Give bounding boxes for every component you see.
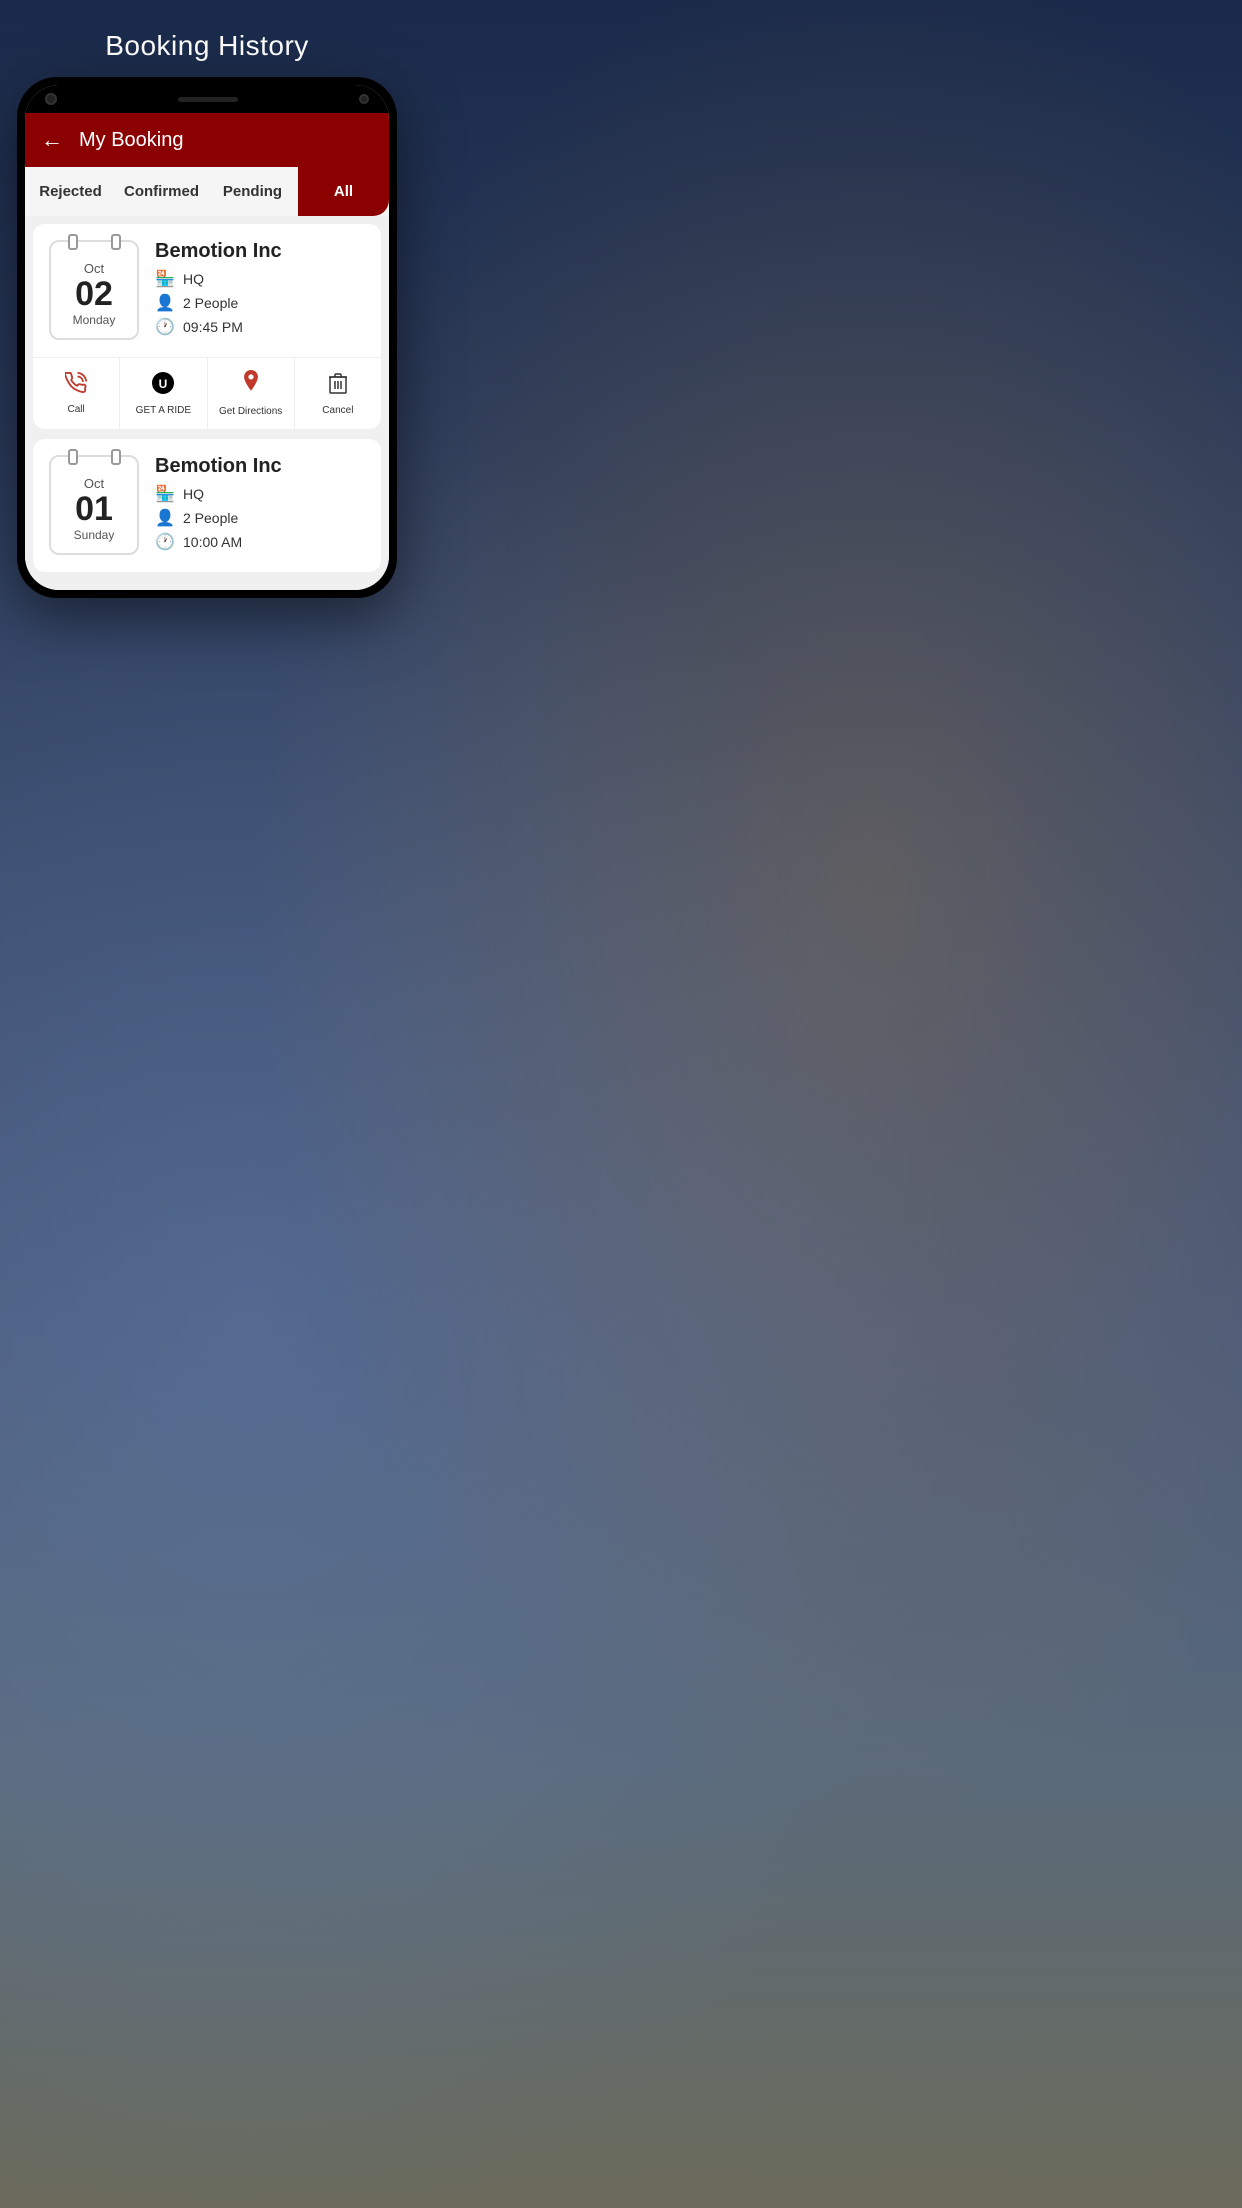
tabs-bar: Rejected Confirmed Pending All [25, 167, 389, 216]
call-label: Call [68, 404, 85, 415]
booking-name: Bemotion Inc [155, 455, 365, 478]
time-text: 10:00 AM [183, 534, 242, 550]
call-button[interactable]: Call [33, 358, 120, 429]
header-title: My Booking [79, 129, 184, 152]
clip-right [111, 234, 121, 250]
booking-card: Oct 02 Monday Bemotion Inc 🏪 HQ 👤 2 Peop… [33, 224, 381, 429]
directions-icon [240, 370, 262, 402]
detail-people: 👤 2 People [155, 508, 365, 528]
store-icon: 🏪 [155, 269, 175, 289]
location-text: HQ [183, 271, 204, 287]
tab-rejected[interactable]: Rejected [25, 167, 116, 216]
store-icon: 🏪 [155, 484, 175, 504]
tab-confirmed[interactable]: Confirmed [116, 167, 207, 216]
phone-screen: ← My Booking Rejected Confirmed Pending … [25, 85, 389, 590]
location-text: HQ [183, 486, 204, 502]
detail-location: 🏪 HQ [155, 269, 365, 289]
app-header: ← My Booking [25, 113, 389, 167]
calendar-widget: Oct 02 Monday [49, 240, 139, 340]
phone-top-bar [25, 85, 389, 113]
calendar-clips [51, 449, 137, 465]
phone-frame: ← My Booking Rejected Confirmed Pending … [17, 77, 397, 598]
cancel-button[interactable]: Cancel [295, 358, 381, 429]
calendar-clips [51, 234, 137, 250]
page-title: Booking History [20, 30, 394, 62]
cal-day: 01 [75, 491, 113, 528]
cal-weekday: Monday [73, 313, 116, 327]
booking-info: Oct 02 Monday Bemotion Inc 🏪 HQ 👤 2 Peop… [33, 224, 381, 357]
page-title-area: Booking History [0, 0, 414, 77]
detail-people: 👤 2 People [155, 293, 365, 313]
back-button[interactable]: ← [41, 127, 63, 153]
cal-day: 02 [75, 276, 113, 313]
camera-right [359, 94, 369, 104]
clip-left [68, 234, 78, 250]
time-text: 09:45 PM [183, 319, 243, 335]
calendar-widget: Oct 01 Sunday [49, 455, 139, 555]
call-icon [65, 372, 87, 400]
detail-time: 🕐 09:45 PM [155, 317, 365, 337]
clip-right [111, 449, 121, 465]
camera-left [45, 93, 57, 105]
clock-icon: 🕐 [155, 317, 175, 337]
directions-label: Get Directions [219, 406, 282, 417]
people-icon: 👤 [155, 293, 175, 313]
booking-card: Oct 01 Sunday Bemotion Inc 🏪 HQ 👤 2 Peop… [33, 439, 381, 572]
cancel-label: Cancel [322, 405, 353, 416]
booking-name: Bemotion Inc [155, 240, 365, 263]
ride-icon: U [151, 371, 175, 401]
cancel-icon [328, 371, 348, 401]
people-text: 2 People [183, 295, 238, 311]
svg-text:U: U [159, 377, 168, 391]
cal-month: Oct [84, 476, 104, 491]
detail-location: 🏪 HQ [155, 484, 365, 504]
detail-time: 🕐 10:00 AM [155, 532, 365, 552]
tab-pending[interactable]: Pending [207, 167, 298, 216]
booking-actions: Call U GET A RIDE [33, 357, 381, 429]
booking-list: Oct 02 Monday Bemotion Inc 🏪 HQ 👤 2 Peop… [25, 216, 389, 590]
ride-label: GET A RIDE [136, 405, 191, 416]
get-ride-button[interactable]: U GET A RIDE [120, 358, 207, 429]
booking-details: Bemotion Inc 🏪 HQ 👤 2 People 🕐 09:45 PM [155, 240, 365, 341]
speaker [178, 97, 238, 102]
people-text: 2 People [183, 510, 238, 526]
tab-all[interactable]: All [298, 167, 389, 216]
directions-button[interactable]: Get Directions [208, 358, 295, 429]
cal-month: Oct [84, 261, 104, 276]
booking-details: Bemotion Inc 🏪 HQ 👤 2 People 🕐 10:00 AM [155, 455, 365, 556]
clock-icon: 🕐 [155, 532, 175, 552]
clip-left [68, 449, 78, 465]
booking-info: Oct 01 Sunday Bemotion Inc 🏪 HQ 👤 2 Peop… [33, 439, 381, 572]
people-icon: 👤 [155, 508, 175, 528]
cal-weekday: Sunday [74, 528, 115, 542]
